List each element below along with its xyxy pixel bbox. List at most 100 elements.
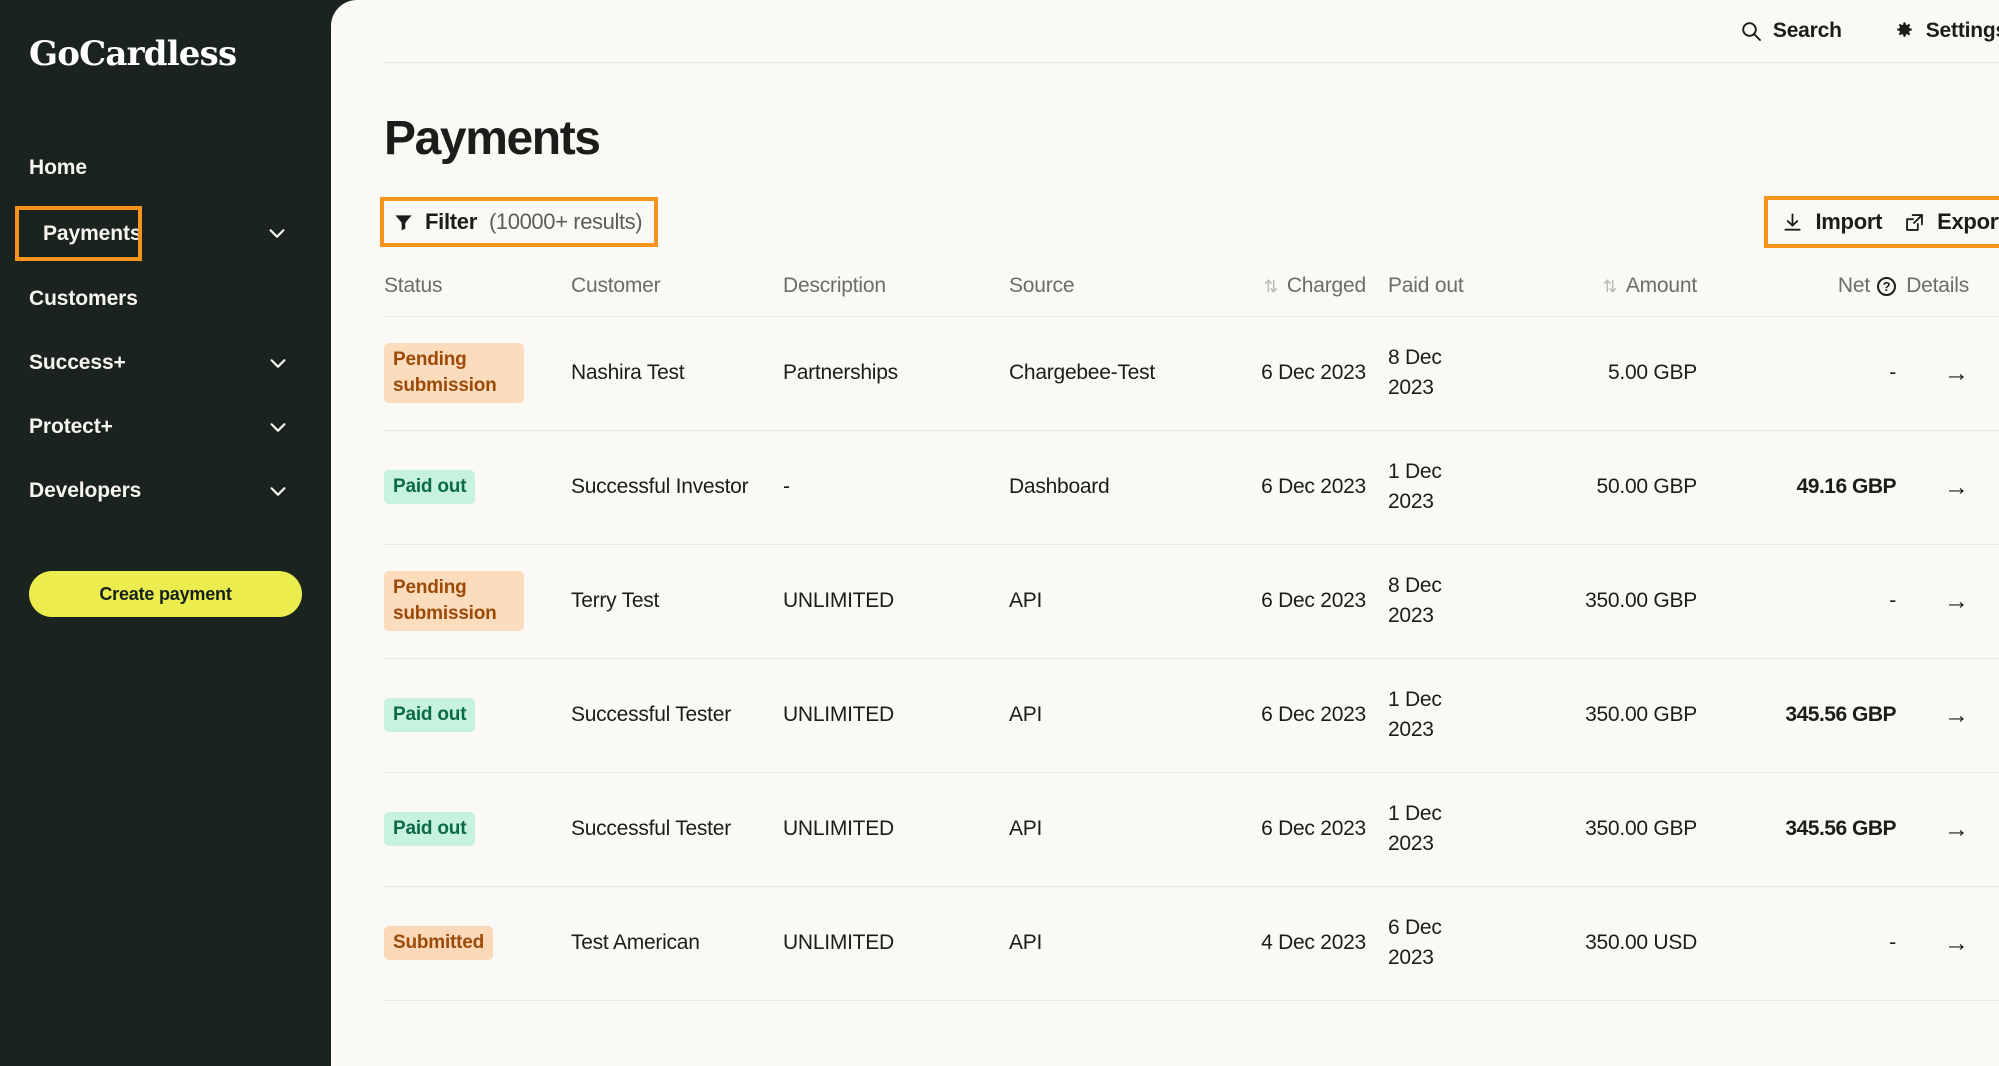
filter-results-count: (10000+ results) xyxy=(489,209,642,235)
cell-description-text: - xyxy=(783,475,790,498)
arrow-right-icon[interactable]: → xyxy=(1944,589,1969,614)
arrow-right-icon[interactable]: → xyxy=(1944,475,1969,500)
cell-details[interactable]: → xyxy=(1896,475,1999,500)
cell-source-text: Chargebee-Test xyxy=(1009,361,1155,384)
table-row[interactable]: Paid outSuccessful TesterUNLIMITEDAPI6 D… xyxy=(384,659,1999,773)
cell-charged: 6 Dec 2023 xyxy=(1176,700,1366,730)
cell-amount-text: 350.00 GBP xyxy=(1585,703,1697,726)
app-root: GoCardless Home Payments Customers Success+… xyxy=(0,0,1999,1066)
cell-customer-text: Successful Investor xyxy=(571,475,748,498)
cell-customer: Nashira Test xyxy=(571,358,783,388)
cell-net: 345.56 GBP xyxy=(1697,700,1896,730)
filter-button[interactable]: Filter (10000+ results) xyxy=(384,201,654,243)
search-button[interactable]: Search xyxy=(1740,19,1842,43)
table-row[interactable]: SubmittedTest AmericanUNLIMITEDAPI4 Dec … xyxy=(384,887,1999,1001)
cell-amount: 50.00 GBP xyxy=(1482,472,1697,502)
column-header-net: Net? xyxy=(1697,274,1896,298)
cell-paid-out-text: 8 Dec 2023 xyxy=(1388,574,1442,627)
page-title: Payments xyxy=(384,111,1999,166)
content-area: Payments Filter (10000+ results) xyxy=(331,111,1999,1001)
chevron-down-icon[interactable] xyxy=(266,222,300,244)
table-row[interactable]: Paid outSuccessful TesterUNLIMITEDAPI6 D… xyxy=(384,773,1999,887)
export-label: Export xyxy=(1937,209,1999,235)
sidebar-item-payments[interactable]: Payments xyxy=(19,210,138,257)
cell-status: Pending submission xyxy=(384,571,571,631)
column-header-label: Status xyxy=(384,274,442,298)
cell-paid-out-text: 1 Dec 2023 xyxy=(1388,460,1442,513)
cell-paid-out: 1 Dec 2023 xyxy=(1366,685,1482,745)
help-icon[interactable]: ? xyxy=(1877,277,1896,296)
cell-details[interactable]: → xyxy=(1896,817,1999,842)
cell-net-text: 49.16 GBP xyxy=(1797,475,1896,498)
sidebar-item-label: Home xyxy=(29,156,87,180)
cell-charged-text: 6 Dec 2023 xyxy=(1261,361,1366,384)
external-link-icon xyxy=(1904,212,1925,233)
column-header-charged[interactable]: Charged xyxy=(1176,274,1366,298)
arrow-right-icon[interactable]: → xyxy=(1944,817,1969,842)
sidebar-item-label: Protect+ xyxy=(29,415,113,439)
column-header-label: Amount xyxy=(1626,274,1697,298)
status-badge: Paid out xyxy=(384,812,475,846)
cell-amount-text: 50.00 GBP xyxy=(1597,475,1697,498)
cell-amount: 350.00 GBP xyxy=(1482,700,1697,730)
cell-charged-text: 6 Dec 2023 xyxy=(1261,817,1366,840)
cell-amount: 350.00 USD xyxy=(1482,928,1697,958)
cell-paid-out-text: 6 Dec 2023 xyxy=(1388,916,1442,969)
column-header-label: Details xyxy=(1906,274,1969,298)
cell-charged: 6 Dec 2023 xyxy=(1176,586,1366,616)
chevron-down-icon[interactable] xyxy=(267,416,301,438)
brand-logo[interactable]: GoCardless xyxy=(0,0,331,74)
cell-description-text: UNLIMITED xyxy=(783,817,894,840)
column-header-paid-out: Paid out xyxy=(1366,274,1482,298)
column-header-label: Charged xyxy=(1287,274,1366,298)
cell-charged-text: 6 Dec 2023 xyxy=(1261,703,1366,726)
arrow-right-icon[interactable]: → xyxy=(1944,361,1969,386)
cell-charged: 6 Dec 2023 xyxy=(1176,358,1366,388)
column-header-amount[interactable]: Amount xyxy=(1482,274,1697,298)
settings-label: Settings xyxy=(1926,19,1999,43)
cell-source: Dashboard xyxy=(1009,472,1176,502)
table-header: StatusCustomerDescriptionSourceChargedPa… xyxy=(384,274,1999,317)
cell-source: API xyxy=(1009,928,1176,958)
topbar-divider xyxy=(384,62,1999,63)
cell-details[interactable]: → xyxy=(1896,589,1999,614)
sidebar-item-success[interactable]: Success+ xyxy=(0,341,309,385)
sidebar-item-developers[interactable]: Developers xyxy=(0,469,309,513)
sort-icon[interactable] xyxy=(1262,277,1280,295)
cell-amount-text: 350.00 GBP xyxy=(1585,589,1697,612)
chevron-down-icon[interactable] xyxy=(267,480,301,502)
cell-net: 49.16 GBP xyxy=(1697,472,1896,502)
cell-customer: Terry Test xyxy=(571,586,783,616)
cell-source-text: API xyxy=(1009,931,1042,954)
cell-customer: Successful Tester xyxy=(571,814,783,844)
sidebar-item-customers[interactable]: Customers xyxy=(0,277,309,321)
toolbar: Filter (10000+ results) Import xyxy=(384,198,1999,246)
cell-description-text: UNLIMITED xyxy=(783,703,894,726)
cell-paid-out: 8 Dec 2023 xyxy=(1366,343,1482,403)
cell-net: - xyxy=(1697,358,1896,388)
cell-description: - xyxy=(783,472,1009,502)
import-button[interactable]: Import xyxy=(1782,209,1882,235)
cell-details[interactable]: → xyxy=(1896,361,1999,386)
arrow-right-icon[interactable]: → xyxy=(1944,703,1969,728)
create-payment-button[interactable]: Create payment xyxy=(29,571,302,617)
cell-details[interactable]: → xyxy=(1896,703,1999,728)
sidebar-item-label: Success+ xyxy=(29,351,126,375)
table-row[interactable]: Pending submissionTerry TestUNLIMITEDAPI… xyxy=(384,545,1999,659)
chevron-down-icon[interactable] xyxy=(267,352,301,374)
table-row[interactable]: Pending submissionNashira TestPartnershi… xyxy=(384,317,1999,431)
filter-label: Filter xyxy=(425,209,477,235)
column-header-customer: Customer xyxy=(571,274,783,298)
cell-net-text: - xyxy=(1889,361,1896,384)
column-header-source: Source xyxy=(1009,274,1176,298)
export-button[interactable]: Export xyxy=(1904,209,1999,235)
sidebar-item-protect[interactable]: Protect+ xyxy=(0,405,309,449)
cell-details[interactable]: → xyxy=(1896,931,1999,956)
cell-customer-text: Successful Tester xyxy=(571,703,731,726)
cell-customer: Successful Investor xyxy=(571,472,783,502)
sidebar-item-home[interactable]: Home xyxy=(0,146,309,190)
arrow-right-icon[interactable]: → xyxy=(1944,931,1969,956)
settings-button[interactable]: Settings xyxy=(1894,19,1999,43)
table-row[interactable]: Paid outSuccessful Investor-Dashboard6 D… xyxy=(384,431,1999,545)
sort-icon[interactable] xyxy=(1601,277,1619,295)
